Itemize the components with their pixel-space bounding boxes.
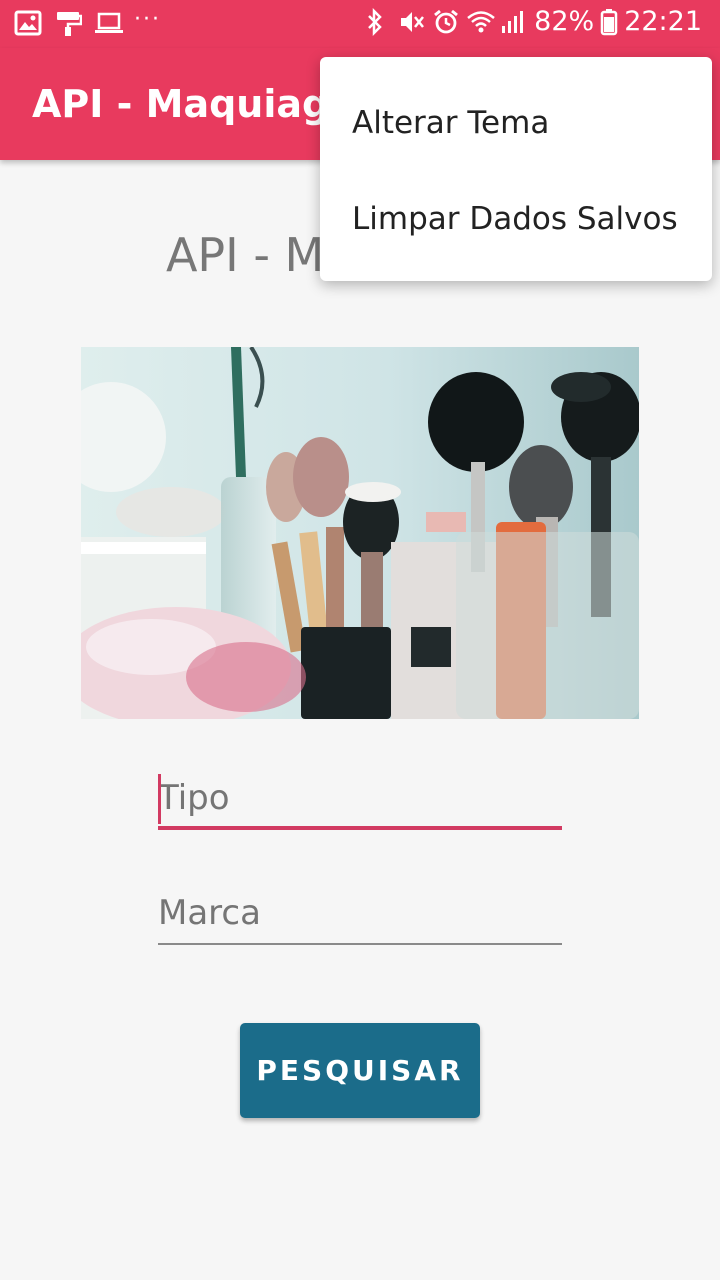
battery-icon	[600, 8, 618, 36]
battery-percent: 82%	[534, 6, 595, 37]
alarm-icon	[432, 8, 460, 36]
menu-item-limpar-dados[interactable]: Limpar Dados Salvos	[352, 201, 678, 237]
makeup-brushes-image	[81, 347, 639, 719]
tipo-input[interactable]	[158, 758, 562, 830]
wifi-icon	[466, 8, 495, 36]
tipo-field[interactable]	[158, 758, 562, 830]
marca-field[interactable]	[158, 873, 562, 945]
menu-item-alterar-tema[interactable]: Alterar Tema	[352, 105, 549, 141]
overflow-menu: Alterar Tema Limpar Dados Salvos	[320, 57, 712, 281]
tipo-underline	[158, 826, 562, 830]
paint-roller-icon	[54, 9, 83, 37]
clock: 22:21	[624, 6, 702, 37]
mute-icon	[398, 8, 426, 36]
gallery-icon	[14, 9, 42, 37]
more-dots-icon: ···	[134, 6, 161, 32]
laptop-icon	[94, 9, 123, 37]
marca-input[interactable]	[158, 873, 562, 945]
text-cursor	[158, 774, 161, 824]
search-button[interactable]: PESQUISAR	[240, 1023, 480, 1118]
bluetooth-icon	[364, 7, 392, 36]
marca-underline	[158, 943, 562, 945]
status-bar: ··· 82% 22:21	[0, 0, 720, 48]
signal-icon	[500, 8, 528, 36]
